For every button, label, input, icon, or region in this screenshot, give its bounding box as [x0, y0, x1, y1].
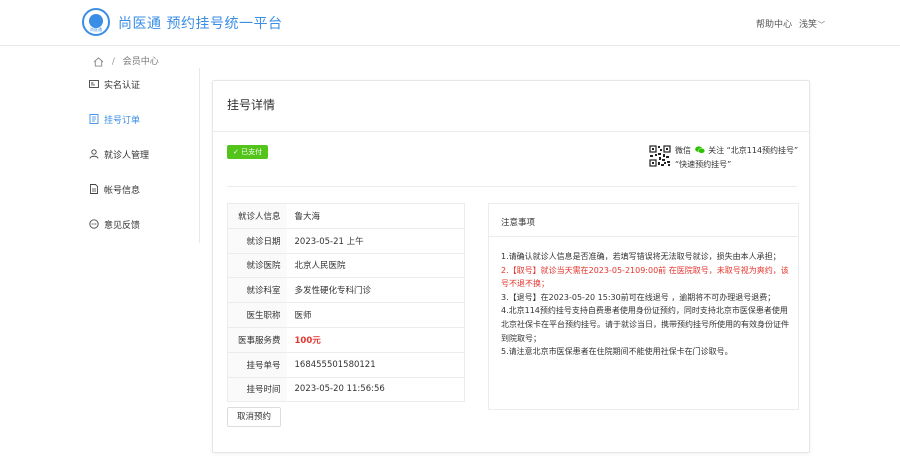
- table-row: 挂号时间 2023-05-20 11:56:56: [227, 377, 465, 403]
- title-divider: [213, 131, 809, 132]
- wechat-follow-subtext: “快速预约挂号”: [675, 160, 732, 169]
- sidebar-item-label: 帐号信息: [104, 185, 141, 196]
- sidebar-item-feedback[interactable]: 意见反馈: [89, 215, 140, 233]
- info-value: 168455501580121: [286, 352, 465, 378]
- info-value: 鲁大海: [286, 203, 465, 229]
- site-title[interactable]: 尚医通 预约挂号统一平台: [118, 13, 282, 33]
- sidebar-item-orders[interactable]: 挂号订单: [89, 110, 140, 128]
- sidebar-item-account[interactable]: 帐号信息: [89, 180, 140, 198]
- sidebar-item-real-name-auth[interactable]: 实名认证: [89, 75, 140, 93]
- info-key: 就诊医院: [227, 253, 287, 279]
- document-icon: [90, 184, 98, 194]
- id-card-icon: [89, 80, 99, 88]
- section-divider: [227, 186, 797, 187]
- info-value: 北京人民医院: [286, 253, 465, 279]
- notice-item-pickup-warning: 2.【取号】就诊当天需在2023-05-2109:00前 在医院取号，未取号视为…: [501, 265, 789, 289]
- info-key: 医生职称: [227, 302, 287, 328]
- sidebar-nav: 实名认证 挂号订单 就诊人管理 帐号信息 意见反馈: [80, 68, 200, 243]
- order-detail-card: 挂号详情 ✓ 已支付 微信 关注 “北京114预约挂号” “快速预约挂号” 就诊…: [212, 80, 810, 453]
- breadcrumb-separator: /: [111, 57, 115, 67]
- service-fee-value: 100元: [286, 327, 465, 353]
- sidebar-item-patients[interactable]: 就诊人管理: [89, 145, 149, 163]
- help-center-link[interactable]: 帮助中心: [756, 17, 792, 30]
- breadcrumb: / 会员中心: [93, 54, 159, 67]
- notice-box: 注意事项 1.请确认就诊人信息是否准确，若填写错误将无法取号就诊，损失由本人承担…: [488, 203, 799, 410]
- notice-title: 注意事项: [501, 218, 536, 228]
- logo-text: 尚医通: [90, 27, 102, 32]
- info-value: 2023-05-20 11:56:56: [286, 377, 465, 403]
- home-icon[interactable]: [93, 56, 104, 67]
- qr-code-icon: [649, 145, 671, 167]
- info-key: 就诊日期: [227, 228, 287, 254]
- notice-divider: [489, 236, 798, 237]
- table-row: 就诊医院 北京人民医院: [227, 253, 465, 279]
- table-row: 就诊日期 2023-05-21 上午: [227, 228, 465, 254]
- page-title: 挂号详情: [227, 98, 276, 112]
- order-list-icon: [89, 114, 99, 124]
- notice-item: 1.请确认就诊人信息是否准确，若填写错误将无法取号就诊，损失由本人承担；: [501, 252, 781, 261]
- user-menu[interactable]: 浅笑﹀: [799, 17, 825, 30]
- table-row: 医事服务费 100元: [227, 327, 465, 353]
- sidebar-item-label: 挂号订单: [104, 115, 141, 126]
- sidebar-item-label: 就诊人管理: [104, 150, 150, 161]
- table-row: 挂号单号 168455501580121: [227, 352, 465, 378]
- table-row: 就诊科室 多发性硬化专科门诊: [227, 277, 465, 304]
- notice-item: 4.北京114预约挂号支持自费患者使用身份证预约，同时支持北京市医保患者使用北京…: [501, 306, 789, 343]
- site-logo[interactable]: 尚医通: [82, 8, 110, 36]
- cancel-appointment-button[interactable]: 取消预约: [227, 407, 281, 427]
- appointment-info-table: 就诊人信息 鲁大海 就诊日期 2023-05-21 上午 就诊医院 北京人民医院 就诊科室多…: [227, 203, 465, 403]
- notice-item: 5.请注意北京市医保患者在住院期间不能使用社保卡在门诊取号。: [501, 347, 733, 357]
- chat-bubble-icon: [89, 219, 99, 229]
- wechat-follow-text: 微信 关注 “北京114预约挂号”: [675, 146, 799, 155]
- sidebar-item-label: 意见反馈: [104, 220, 141, 231]
- info-key: 就诊人信息: [227, 203, 287, 229]
- info-key: 医事服务费: [227, 327, 287, 353]
- table-row: 医生职称 医师: [227, 302, 465, 328]
- info-value: 多发性硬化专科门诊: [286, 277, 465, 304]
- chevron-down-icon: ﹀: [818, 21, 826, 29]
- top-header: 尚医通 尚医通 预约挂号统一平台 帮助中心 浅笑﹀: [0, 0, 900, 46]
- notice-item: 3.【退号】在2023-05-20 15:30前可在线退号 ，逾期将不可办理退号…: [501, 292, 776, 302]
- info-key: 挂号单号: [227, 352, 287, 378]
- info-key: 挂号时间: [227, 377, 287, 403]
- info-value: 2023-05-21 上午: [286, 228, 465, 254]
- table-row: 就诊人信息 鲁大海: [227, 203, 465, 229]
- info-key: 就诊科室: [227, 277, 287, 304]
- wechat-icon: [694, 146, 705, 154]
- user-icon: [89, 149, 99, 159]
- user-name: 浅笑: [799, 20, 818, 30]
- logo-emblem-icon: [89, 14, 103, 28]
- info-value: 医师: [286, 302, 465, 328]
- sidebar-item-label: 实名认证: [104, 80, 141, 91]
- status-badge: ✓ 已支付: [227, 145, 269, 159]
- notice-body: 1.请确认就诊人信息是否准确，若填写错误将无法取号就诊，损失由本人承担； 2.【…: [501, 250, 791, 359]
- breadcrumb-current: 会员中心: [122, 57, 159, 67]
